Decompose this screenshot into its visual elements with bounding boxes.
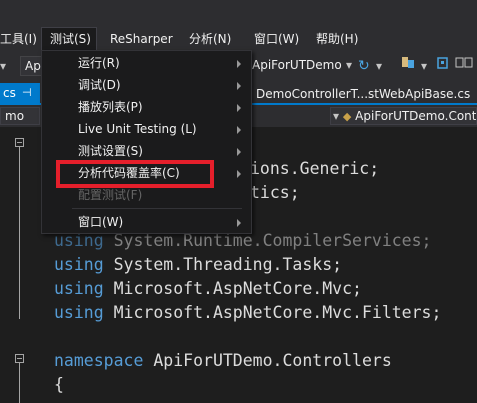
keyword: using bbox=[54, 255, 104, 274]
submenu-arrow-icon bbox=[237, 126, 241, 134]
menu-item-test-settings[interactable]: 测试设置(S) bbox=[42, 140, 251, 162]
code-line: using Microsoft.AspNetCore.Mvc.Filters; bbox=[54, 301, 441, 325]
menu-help[interactable]: 帮助(H) bbox=[314, 27, 360, 51]
submenu-arrow-icon bbox=[237, 60, 241, 68]
code-line: ions.Generic; bbox=[250, 159, 380, 178]
debug-icon[interactable] bbox=[436, 55, 450, 77]
type-dropdown-value: ApiForUTDemo.Contro bbox=[355, 109, 477, 123]
code-text: System.Threading.Tasks; bbox=[103, 255, 343, 274]
keyword: using bbox=[54, 279, 104, 298]
menu-analyze[interactable]: 分析(N) bbox=[187, 27, 233, 51]
menu-window[interactable]: 窗口(W) bbox=[252, 27, 301, 51]
type-dropdown[interactable]: ▾ ◆ ApiForUTDemo.Contro bbox=[330, 107, 477, 125]
chevron-down-icon[interactable]: ▾ bbox=[376, 56, 382, 76]
menu-item-label: Live Unit Testing (L) bbox=[78, 122, 197, 136]
menu-item-playlist[interactable]: 播放列表(P) bbox=[42, 96, 251, 118]
menu-separator bbox=[72, 208, 242, 209]
chevron-down-icon[interactable]: ▾ bbox=[421, 56, 427, 76]
chevron-down-icon: ▾ bbox=[345, 58, 352, 72]
menu-item-label: 窗口(W) bbox=[78, 215, 124, 229]
menu-bar: 工具(I) 测试(S) ReSharper 分析(N) 窗口(W) 帮助(H) bbox=[0, 27, 477, 51]
keyword: using bbox=[54, 303, 104, 322]
code-line: using Microsoft.AspNetCore.Mvc; bbox=[54, 277, 362, 301]
tab-active-file[interactable]: DemoControllerT...stWebApiBase.cs bbox=[256, 84, 470, 104]
refresh-icon[interactable]: ↻ bbox=[358, 56, 370, 76]
outline-line bbox=[19, 363, 20, 403]
menu-item-label: 测试设置(S) bbox=[78, 144, 143, 158]
submenu-arrow-icon bbox=[237, 148, 241, 156]
menu-tools[interactable]: 工具(I) bbox=[0, 27, 39, 51]
scope-dropdown[interactable]: mo bbox=[0, 107, 40, 125]
menu-item-live-unit-testing[interactable]: Live Unit Testing (L) bbox=[42, 118, 251, 140]
tab-left-label: cs bbox=[3, 86, 16, 100]
test-menu-dropdown: 运行(R) 调试(D) 播放列表(P) Live Unit Testing (L… bbox=[41, 50, 252, 234]
pin-icon[interactable]: ⊣ bbox=[22, 83, 32, 103]
code-text: ApiForUTDemo.Controllers bbox=[143, 351, 392, 370]
menu-item-debug[interactable]: 调试(D) bbox=[42, 74, 251, 96]
menu-item-label: 运行(R) bbox=[78, 56, 120, 70]
code-line: using System.Threading.Tasks; bbox=[54, 253, 342, 277]
code-line: tics; bbox=[250, 183, 300, 202]
outline-line bbox=[19, 147, 20, 319]
config-dropdown[interactable]: Ap bbox=[20, 56, 42, 76]
keyword: namespace bbox=[54, 351, 144, 370]
title-bar bbox=[0, 0, 477, 27]
chevron-down-icon: ▾ bbox=[333, 109, 340, 123]
menu-item-window[interactable]: 窗口(W) bbox=[42, 211, 251, 233]
code-text: Microsoft.AspNetCore.Mvc; bbox=[103, 279, 362, 298]
collapse-icon[interactable] bbox=[15, 354, 24, 363]
menu-item-run[interactable]: 运行(R) bbox=[42, 52, 251, 74]
code-line: namespace ApiForUTDemo.Controllers bbox=[54, 349, 392, 373]
tab-left[interactable]: cs ⊣ bbox=[0, 83, 40, 103]
code-text: Microsoft.AspNetCore.Mvc.Filters; bbox=[103, 303, 442, 322]
menu-item-label: 播放列表(P) bbox=[78, 100, 143, 114]
submenu-arrow-icon bbox=[237, 104, 241, 112]
project-dropdown[interactable]: ApiForUTDemo ▾ bbox=[248, 56, 354, 76]
class-icon: ◆ bbox=[342, 110, 352, 123]
layout-icon[interactable] bbox=[455, 55, 473, 77]
dropdown-arrow-icon[interactable]: ▾ bbox=[0, 56, 6, 76]
menu-test[interactable]: 测试(S) bbox=[41, 27, 97, 51]
menu-item-label: 调试(D) bbox=[78, 78, 121, 92]
menu-resharper[interactable]: ReSharper bbox=[108, 27, 175, 51]
highlight-box bbox=[56, 160, 214, 188]
project-dropdown-value: ApiForUTDemo bbox=[252, 58, 342, 72]
code-line: { bbox=[54, 375, 64, 394]
submenu-arrow-icon bbox=[237, 170, 241, 178]
bookmark-icon[interactable] bbox=[400, 55, 414, 69]
collapse-icon[interactable] bbox=[15, 138, 24, 147]
submenu-arrow-icon bbox=[237, 82, 241, 90]
submenu-arrow-icon bbox=[237, 219, 241, 227]
